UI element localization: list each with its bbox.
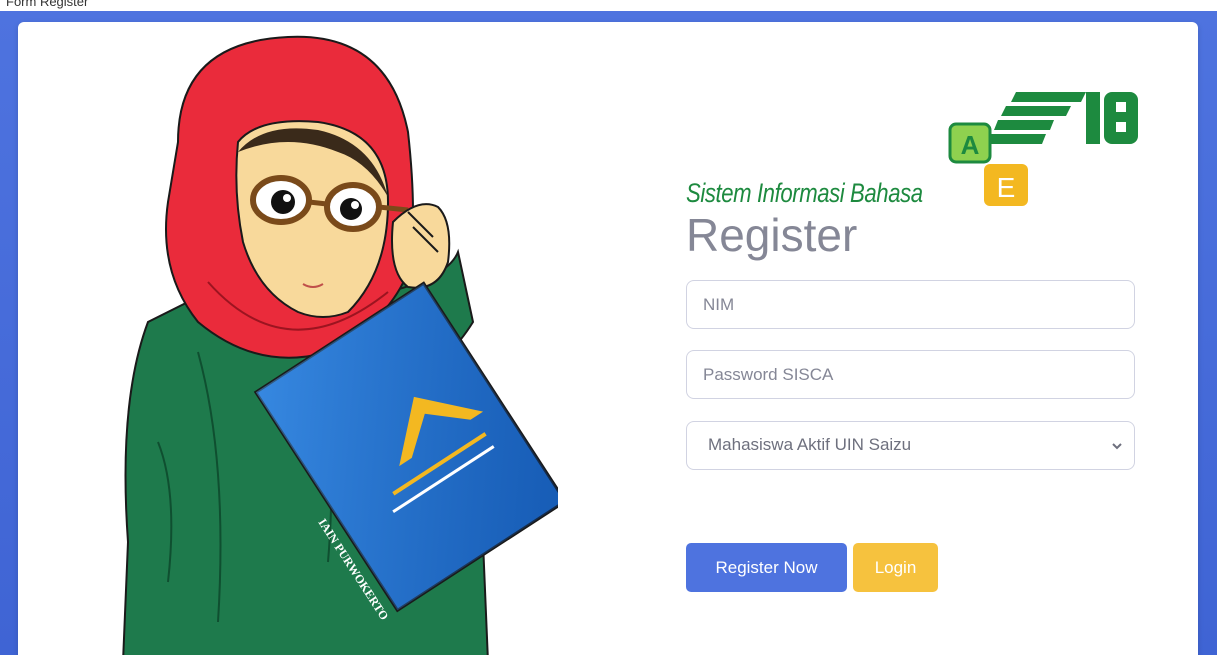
- nim-input[interactable]: [686, 280, 1135, 329]
- status-select-value: Mahasiswa Aktif UIN Saizu: [708, 435, 912, 454]
- top-strip: Form Register: [0, 0, 1217, 11]
- brand-name: Sistem Informasi Bahasa: [686, 178, 923, 208]
- logo-letter-a: A: [961, 130, 980, 160]
- student-illustration: IAIN PURWOKERTO: [122, 35, 558, 655]
- top-strip-text: Form Register: [6, 0, 89, 9]
- chevron-down-icon: [1112, 443, 1122, 450]
- page-title: Register: [686, 209, 858, 261]
- login-button[interactable]: Login: [853, 543, 938, 592]
- brand-logo: A E Sistem Informasi Bahasa: [686, 84, 1146, 214]
- logo-letter-e: E: [997, 172, 1016, 203]
- register-card: IAIN PURWOKERTO A E Sistem Informasi Bah…: [18, 22, 1198, 655]
- password-input[interactable]: [686, 350, 1135, 399]
- status-select[interactable]: Mahasiswa Aktif UIN Saizu: [686, 421, 1135, 470]
- register-now-button[interactable]: Register Now: [686, 543, 847, 592]
